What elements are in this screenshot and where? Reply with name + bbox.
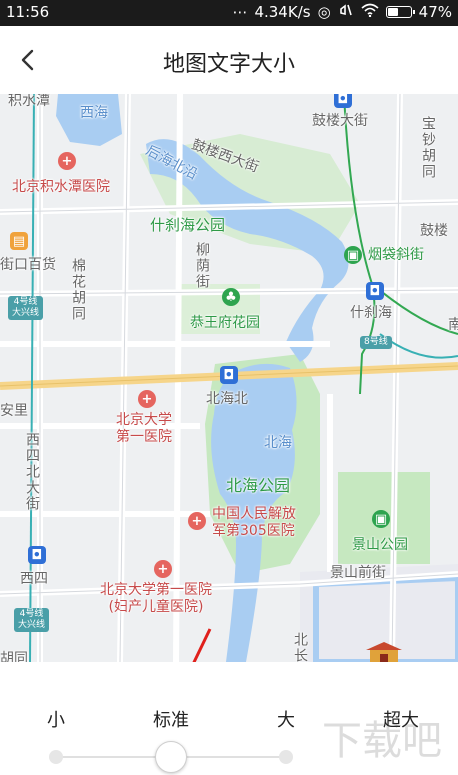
label-mianhua-hutong: 棉花胡同: [70, 258, 86, 322]
label-gulou-right: 鼓楼: [420, 223, 448, 239]
label-beihai: 北海: [264, 435, 292, 451]
alarm-icon: ◎: [317, 3, 331, 21]
silent-icon: [338, 3, 354, 21]
gate-tower-icon: [366, 642, 402, 662]
hospital-icon: +: [138, 390, 156, 408]
slider-tick[interactable]: [279, 750, 293, 764]
status-bar: 11:56 ⋯ 4.34K/s ◎ 47%: [0, 0, 458, 26]
label-yandai-xiejie: 烟袋斜街: [368, 247, 424, 263]
hospital-icon: +: [188, 512, 206, 530]
label-shichahai: 什刹海: [350, 305, 392, 321]
label-xisi-beidajie: 西四北大街: [24, 432, 40, 512]
label-beihai-park: 北海公园: [226, 476, 291, 495]
wifi-icon: [361, 3, 379, 21]
font-size-option-standard[interactable]: 标准: [153, 706, 189, 732]
label-beihaibei: 北海北: [206, 391, 248, 407]
hospital-icon: +: [154, 560, 172, 578]
label-hutong-bottom: 胡同: [0, 651, 28, 662]
label-line4-daxing-1: 4号线 大兴线: [8, 296, 44, 320]
svg-text:下载吧: 下载吧: [322, 718, 442, 764]
font-size-option-large[interactable]: 大: [277, 706, 295, 732]
subway-icon: ◘: [334, 94, 352, 108]
label-jishuitan: 积水潭: [8, 94, 50, 109]
scenic-spot-icon: ▣: [344, 246, 362, 264]
battery-icon: [385, 6, 415, 18]
label-jingshan-park: 景山公园: [352, 537, 408, 553]
label-line8: 8号线: [360, 336, 392, 349]
header-bar: 地图文字大小: [0, 26, 458, 94]
subway-icon: ◘: [220, 366, 238, 384]
label-anli-edge: 安里: [0, 403, 28, 419]
label-xihai: 西海: [80, 105, 108, 121]
label-jiekou-baihuo: 街口百货: [0, 257, 56, 273]
network-speed: 4.34K/s: [254, 3, 311, 21]
label-line4-daxing-2: 4号线 大兴线: [14, 608, 50, 632]
label-liuyin-jie: 柳荫街: [194, 242, 210, 290]
status-icons: ⋯ 4.34K/s ◎ 47%: [232, 3, 452, 21]
subway-icon: ◘: [366, 282, 384, 300]
label-baochao-hutong: 宝钞胡同: [420, 116, 436, 180]
label-gulou-dajie: 鼓楼大街: [312, 113, 368, 129]
subway-icon: ◘: [28, 546, 46, 564]
label-bei-chang: 北长: [292, 632, 308, 662]
font-size-option-small[interactable]: 小: [47, 706, 65, 732]
label-gongwangfu-garden: 恭王府花园: [190, 315, 260, 331]
label-beijing-jishuitan-hospital: 北京积水潭医院: [12, 179, 110, 195]
label-xisi: 西四: [20, 571, 48, 587]
hospital-icon: +: [58, 152, 76, 170]
label-pku-first-hospital: 北京大学 第一医院: [116, 412, 172, 445]
label-pla-305-hospital: 中国人民解放 军第305医院: [212, 506, 296, 539]
label-shichahai-park: 什刹海公园: [150, 216, 226, 234]
page-title: 地图文字大小: [162, 52, 295, 77]
watermark-logo: 下载吧: [322, 718, 442, 764]
tree-icon: ♣: [222, 288, 240, 306]
slider-tick[interactable]: [49, 750, 63, 764]
more-dots-icon: ⋯: [232, 3, 248, 21]
label-nan-edge: 南: [448, 317, 458, 333]
label-jingshan-qianjie: 景山前街: [330, 565, 386, 581]
font-size-panel: 小 标准 大 超大 下载吧: [0, 662, 458, 775]
font-size-slider-thumb[interactable]: [155, 741, 187, 773]
shopping-bag-icon: ▤: [10, 232, 28, 250]
status-time: 11:56: [6, 3, 50, 21]
map-preview: 积水潭 西海 鼓楼西大街 ◘ 鼓楼大街 宝钞胡同 后海北沿 + 北京积水潭医院 …: [0, 94, 458, 662]
label-pku-first-hospital-women: 北京大学第一医院 (妇产儿童医院): [100, 582, 212, 615]
scenic-spot-icon: ▣: [372, 510, 390, 528]
battery-percent: 47%: [418, 3, 452, 21]
